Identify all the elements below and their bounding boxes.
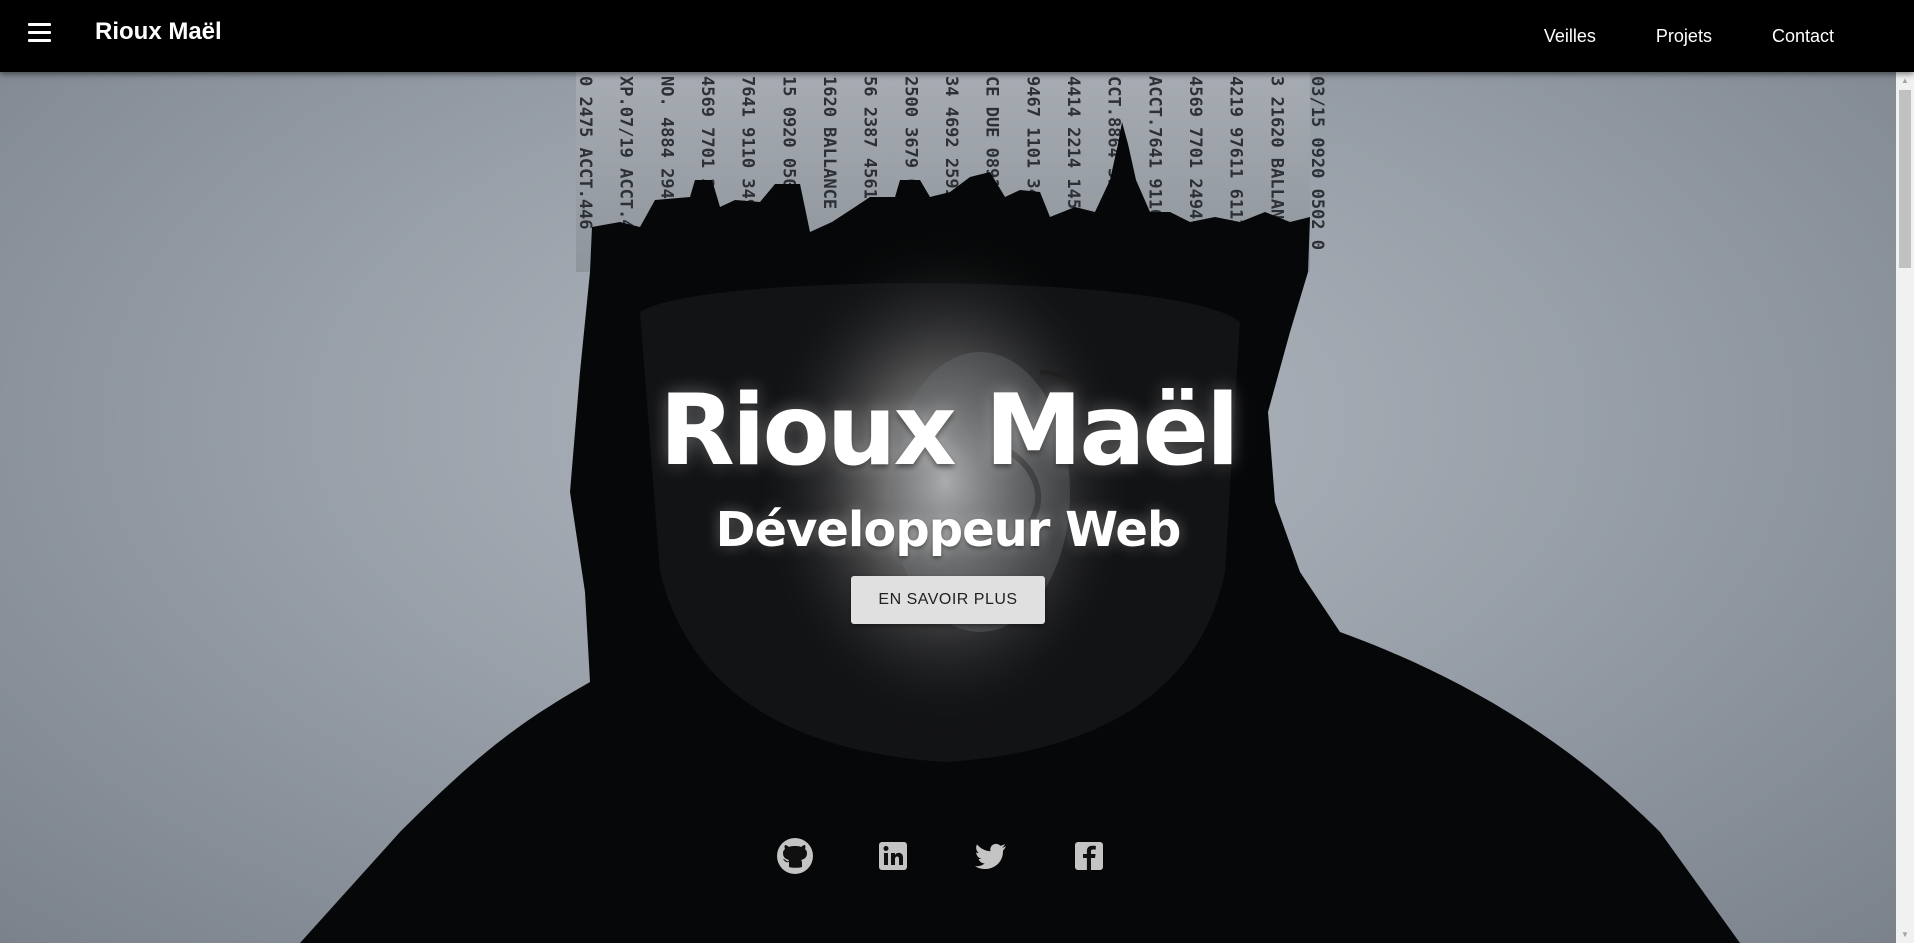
- github-icon[interactable]: [775, 836, 815, 876]
- hero-section: 03/15 0920 0502 03 21620 BALLAN 4219 9761…: [0, 72, 1896, 943]
- facebook-icon[interactable]: [1069, 836, 1109, 876]
- background-data-text: 03/15 0920 0502 0: [1307, 76, 1327, 250]
- hamburger-menu-icon[interactable]: [26, 20, 54, 48]
- scrollbar-thumb[interactable]: [1899, 90, 1911, 268]
- nav-links: Veilles Projets Contact: [1514, 0, 1864, 72]
- vertical-scrollbar[interactable]: ▲ ▼: [1896, 72, 1914, 943]
- learn-more-button[interactable]: EN SAVOIR PLUS: [851, 576, 1045, 624]
- hero-content: Rioux Maël Développeur Web EN SAVOIR PLU…: [0, 382, 1896, 624]
- nav-link-contact[interactable]: Contact: [1742, 26, 1864, 47]
- twitter-icon[interactable]: [971, 836, 1011, 876]
- background-data-text: 2500 3679 6: [900, 76, 920, 189]
- scroll-down-arrow-icon[interactable]: ▼: [1896, 926, 1914, 943]
- hero-title: Rioux Maël: [659, 374, 1239, 488]
- nav-link-projets[interactable]: Projets: [1626, 26, 1742, 47]
- top-navbar: Rioux Maël Veilles Projets Contact: [0, 0, 1914, 72]
- scroll-up-arrow-icon[interactable]: ▲: [1896, 72, 1914, 89]
- hero-subtitle: Développeur Web: [715, 502, 1182, 558]
- linkedin-icon[interactable]: [873, 836, 913, 876]
- nav-link-veilles[interactable]: Veilles: [1514, 26, 1626, 47]
- brand-logo[interactable]: Rioux Maël: [95, 18, 222, 46]
- background-data-text: 1620 BALLANCE: [819, 76, 839, 209]
- social-links: [0, 836, 1890, 876]
- background-data-text: 0 2475 ACCT.446: [575, 76, 595, 230]
- background-data-text: 3 21620 BALLAN: [1266, 76, 1286, 219]
